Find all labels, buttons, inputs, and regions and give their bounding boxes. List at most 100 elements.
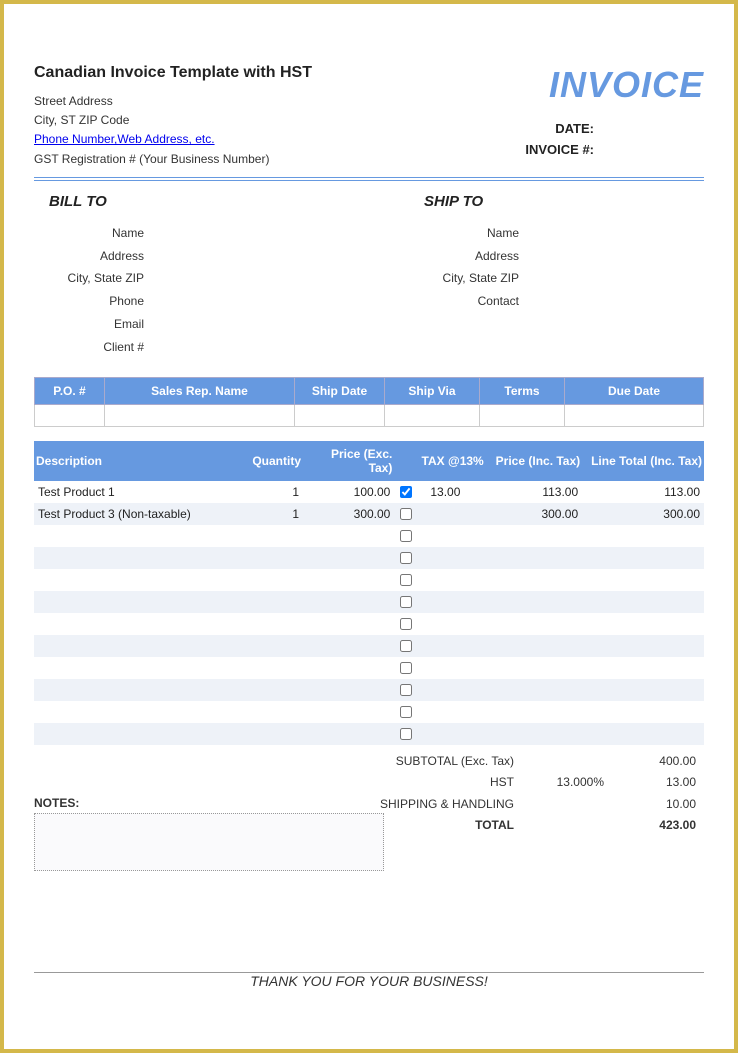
item-desc[interactable]: Test Product 1 — [34, 481, 247, 503]
po-cell[interactable] — [295, 404, 385, 426]
invoice-word: INVOICE — [549, 64, 704, 106]
ship-to-contact: Contact — [424, 290, 519, 313]
item-row — [34, 723, 704, 745]
item-price[interactable] — [303, 635, 394, 657]
item-desc[interactable] — [34, 569, 247, 591]
item-price[interactable] — [303, 723, 394, 745]
item-desc[interactable] — [34, 657, 247, 679]
item-price[interactable] — [303, 569, 394, 591]
ship-to-name: Name — [424, 222, 519, 245]
item-line-total — [582, 525, 704, 547]
tax-checkbox[interactable] — [400, 552, 412, 564]
item-qty[interactable] — [247, 635, 303, 657]
item-qty[interactable]: 1 — [247, 481, 303, 503]
item-qty[interactable] — [247, 613, 303, 635]
item-qty[interactable] — [247, 679, 303, 701]
item-pit — [486, 591, 582, 613]
item-qty[interactable] — [247, 723, 303, 745]
item-row — [34, 591, 704, 613]
item-price[interactable] — [303, 679, 394, 701]
tax-checkbox[interactable] — [400, 640, 412, 652]
item-price[interactable]: 100.00 — [303, 481, 394, 503]
item-price[interactable] — [303, 547, 394, 569]
item-desc[interactable] — [34, 525, 247, 547]
po-header: P.O. # — [35, 377, 105, 404]
item-row — [34, 657, 704, 679]
item-line-total — [582, 613, 704, 635]
item-price[interactable] — [303, 701, 394, 723]
item-price[interactable] — [303, 591, 394, 613]
tax-checkbox[interactable] — [400, 596, 412, 608]
item-qty[interactable] — [247, 657, 303, 679]
item-desc[interactable] — [34, 723, 247, 745]
item-desc[interactable] — [34, 679, 247, 701]
contact-link[interactable]: Phone Number,Web Address, etc. — [34, 132, 215, 146]
item-row: Test Product 11100.0013.00113.00113.00 — [34, 481, 704, 503]
item-qty[interactable] — [247, 569, 303, 591]
item-desc[interactable] — [34, 591, 247, 613]
item-desc[interactable] — [34, 547, 247, 569]
shipping-value: 10.00 — [614, 794, 704, 816]
bill-to-city: City, State ZIP — [49, 267, 144, 290]
street-address: Street Address — [34, 92, 525, 111]
item-qty[interactable] — [247, 591, 303, 613]
item-pit: 113.00 — [486, 481, 582, 503]
item-line-total: 300.00 — [582, 503, 704, 525]
bill-to-name: Name — [49, 222, 144, 245]
item-header-tax: TAX @13% — [394, 441, 485, 481]
item-qty[interactable] — [247, 525, 303, 547]
invoice-number-label: INVOICE #: — [525, 140, 594, 161]
tax-checkbox[interactable] — [400, 618, 412, 630]
item-line-total — [582, 635, 704, 657]
thanks-text: THANK YOU FOR YOUR BUSINESS! — [34, 973, 704, 989]
item-price[interactable] — [303, 657, 394, 679]
item-row — [34, 635, 704, 657]
po-header: Ship Date — [295, 377, 385, 404]
total-value: 423.00 — [614, 815, 704, 837]
po-table: P.O. # Sales Rep. Name Ship Date Ship Vi… — [34, 377, 704, 427]
tax-checkbox[interactable] — [400, 530, 412, 542]
bill-to-address: Address — [49, 245, 144, 268]
item-pit — [486, 525, 582, 547]
tax-checkbox[interactable] — [400, 486, 412, 498]
item-line-total — [582, 679, 704, 701]
bill-to-client: Client # — [49, 336, 144, 359]
po-header: Ship Via — [385, 377, 480, 404]
item-row — [34, 701, 704, 723]
notes-box[interactable] — [34, 813, 384, 871]
po-cell[interactable] — [565, 404, 704, 426]
item-desc[interactable]: Test Product 3 (Non-taxable) — [34, 503, 247, 525]
item-header-desc: Description — [34, 441, 247, 481]
ship-to-address: Address — [424, 245, 519, 268]
item-pit — [486, 635, 582, 657]
item-price[interactable] — [303, 525, 394, 547]
po-cell[interactable] — [385, 404, 480, 426]
po-cell[interactable] — [105, 404, 295, 426]
po-header: Sales Rep. Name — [105, 377, 295, 404]
ship-to-city: City, State ZIP — [424, 267, 519, 290]
tax-checkbox[interactable] — [400, 728, 412, 740]
item-qty[interactable]: 1 — [247, 503, 303, 525]
po-cell[interactable] — [480, 404, 565, 426]
item-line-total — [582, 701, 704, 723]
tax-checkbox[interactable] — [400, 684, 412, 696]
item-header-pit: Price (Inc. Tax) — [486, 441, 582, 481]
item-pit: 300.00 — [486, 503, 582, 525]
item-header-lt: Line Total (Inc. Tax) — [582, 441, 704, 481]
tax-checkbox[interactable] — [400, 508, 412, 520]
tax-checkbox[interactable] — [400, 706, 412, 718]
item-desc[interactable] — [34, 635, 247, 657]
item-qty[interactable] — [247, 701, 303, 723]
subtotal-label: SUBTOTAL (Exc. Tax) — [344, 751, 544, 773]
item-line-total — [582, 723, 704, 745]
item-qty[interactable] — [247, 547, 303, 569]
item-desc[interactable] — [34, 701, 247, 723]
notes-label: NOTES: — [34, 796, 384, 810]
po-cell[interactable] — [35, 404, 105, 426]
item-price[interactable] — [303, 613, 394, 635]
item-line-total: 113.00 — [582, 481, 704, 503]
tax-checkbox[interactable] — [400, 662, 412, 674]
item-desc[interactable] — [34, 613, 247, 635]
tax-checkbox[interactable] — [400, 574, 412, 586]
item-price[interactable]: 300.00 — [303, 503, 394, 525]
